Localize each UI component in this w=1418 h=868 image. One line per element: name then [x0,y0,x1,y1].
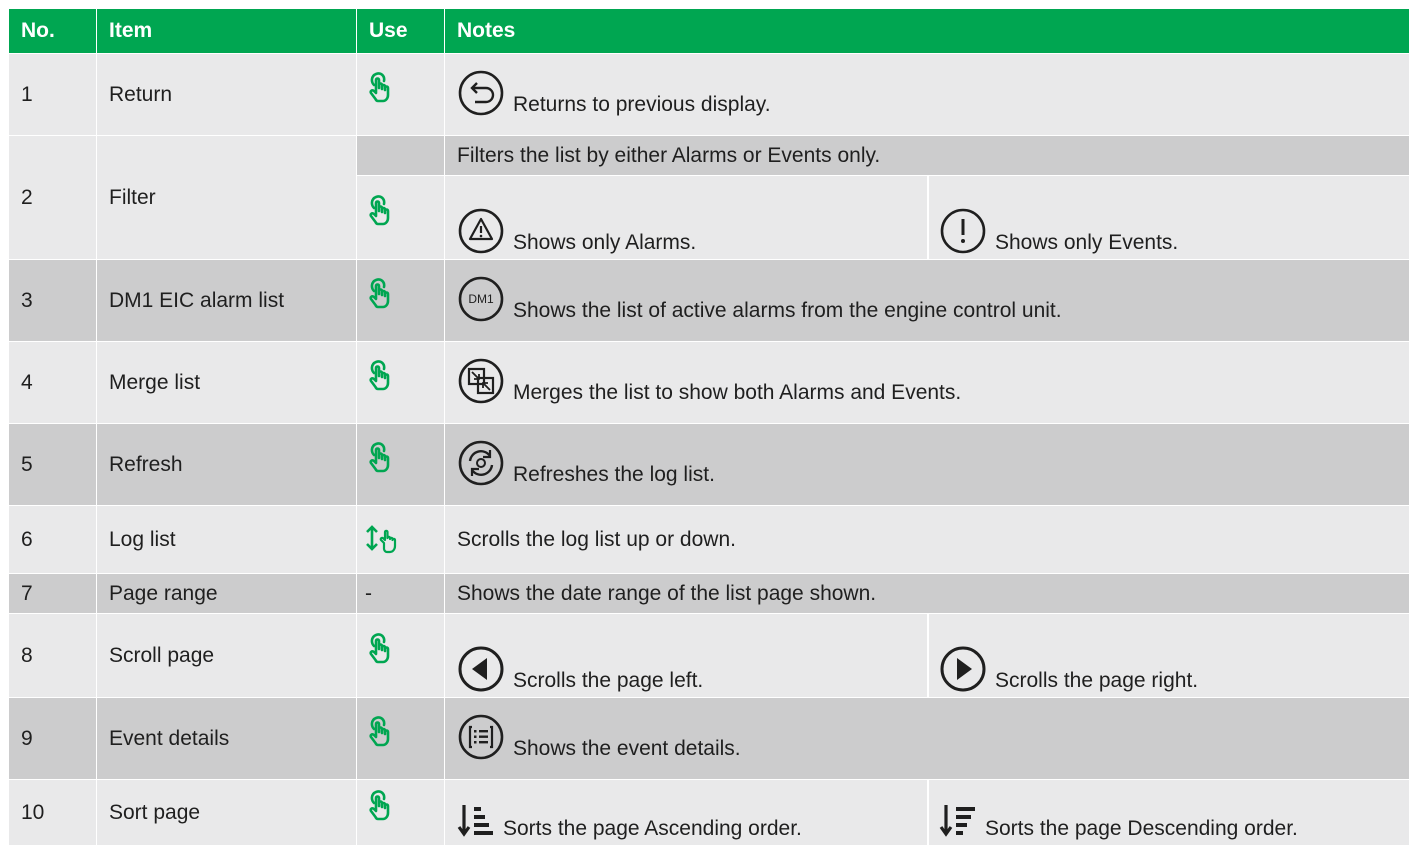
table-row: 1 Return Returns to previous display. [8,53,1410,136]
dm1-icon-label: DM1 [468,292,494,306]
row-item: Return [96,53,357,136]
tap-icon [365,441,399,475]
note-cell: Scrolls the page left. [457,614,927,697]
row-use [356,53,445,136]
note-text: Shows only Events. [995,231,1179,254]
table-row: 8 Scroll page Scrolls the page left. Scr… [8,613,1410,698]
row-use [356,697,445,780]
header-no: No. [8,8,97,54]
row-number: 1 [8,53,97,136]
table-row: 3 DM1 EIC alarm list DM1 Shows the list … [8,259,1410,342]
row-number: 7 [8,573,97,614]
row-notes: Filters the list by either Alarms or Eve… [444,135,1410,176]
row-notes: Shows the date range of the list page sh… [444,573,1410,614]
row-use [356,259,445,342]
tap-icon [365,277,399,311]
header-item: Item [96,8,357,54]
dm1-icon: DM1 [458,276,504,321]
table-row: 10 Sort page Sorts the page Ascending or… [8,779,1410,846]
note-cell: Shows only Alarms. [457,176,927,259]
table-row: 6 Log list Scrolls the log list up or do… [8,505,1410,574]
row-use [356,423,445,506]
row-number: 9 [8,697,97,780]
note-text: Shows only Alarms. [513,231,697,254]
sort-ascending-icon [457,805,493,837]
row-use [356,505,445,574]
row-item: Page range [96,573,357,614]
row-number: 3 [8,259,97,342]
table-row: 9 Event details Shows the event details. [8,697,1410,780]
row-item: Sort page [96,779,357,846]
row-notes: DM1 Shows the list of active alarms from… [444,259,1410,342]
details-icon [458,714,504,759]
row-item: Filter [96,135,357,260]
row-use [356,341,445,424]
function-table: No. Item Use Notes 1 Return Returns to p… [8,8,1410,846]
event-exclamation-icon [940,208,986,254]
merge-icon [458,358,504,403]
table-row: 2 Filter Filters the list by either Alar… [8,135,1410,260]
note-text: Scrolls the page right. [995,669,1199,692]
table-header-row: No. Item Use Notes [8,8,1410,54]
row-number: 5 [8,423,97,506]
table-row: 5 Refresh Refreshes the log list. [8,423,1410,506]
refresh-icon [458,440,504,485]
row-item: Refresh [96,423,357,506]
tap-icon [365,789,399,823]
tap-icon [365,71,399,105]
note-text: Merges the list to show both Alarms and … [513,380,962,404]
row-number: 2 [8,135,97,260]
header-notes: Notes [444,8,1410,54]
note-text: Refreshes the log list. [513,462,715,486]
left-arrow-icon [458,646,504,692]
row-number: 8 [8,613,97,698]
note-cell: Sorts the page Descending order. [927,780,1409,845]
note-cell: Sorts the page Ascending order. [457,780,927,845]
row-notes: Shows the event details. [444,697,1410,780]
row-use-empty [356,135,445,176]
row-notes: Scrolls the page left. Scrolls the page … [444,613,1410,698]
row-use [356,779,445,846]
swipe-icon [366,524,397,553]
note-cell: Shows only Events. [927,176,1409,259]
row-number: 4 [8,341,97,424]
row-notes: Shows only Alarms. Shows only Events. [444,175,1410,260]
row-use: - [356,573,445,614]
row-number: 6 [8,505,97,574]
note-text: Shows the list of active alarms from the… [513,298,1062,322]
row-item: Scroll page [96,613,357,698]
row-use [356,175,445,260]
table-row: 7 Page range - Shows the date range of t… [8,573,1410,614]
tap-icon [365,194,399,228]
note-text: Shows the event details. [513,736,741,760]
row-use [356,613,445,698]
sort-descending-icon [939,805,975,837]
row-number: 10 [8,779,97,846]
note-text: Sorts the page Descending order. [985,817,1298,840]
row-notes: Refreshes the log list. [444,423,1410,506]
note-text: Returns to previous display. [513,92,771,116]
note-cell: Scrolls the page right. [927,614,1409,697]
row-item: Merge list [96,341,357,424]
row-notes: Scrolls the log list up or down. [444,505,1410,574]
row-notes: Sorts the page Ascending order. Sorts th… [444,779,1410,846]
tap-icon [365,359,399,393]
alarm-triangle-icon [458,208,504,254]
tap-icon [365,715,399,749]
row-notes: Returns to previous display. [444,53,1410,136]
table-row: 4 Merge list Merges the list to show bot… [8,341,1410,424]
note-text: Scrolls the page left. [513,669,704,692]
right-arrow-icon [940,646,986,692]
return-icon [458,70,504,115]
tap-icon [365,632,399,666]
row-item: Log list [96,505,357,574]
row-item: DM1 EIC alarm list [96,259,357,342]
row-notes: Merges the list to show both Alarms and … [444,341,1410,424]
note-text: Sorts the page Ascending order. [503,817,802,840]
header-use: Use [356,8,445,54]
row-item: Event details [96,697,357,780]
